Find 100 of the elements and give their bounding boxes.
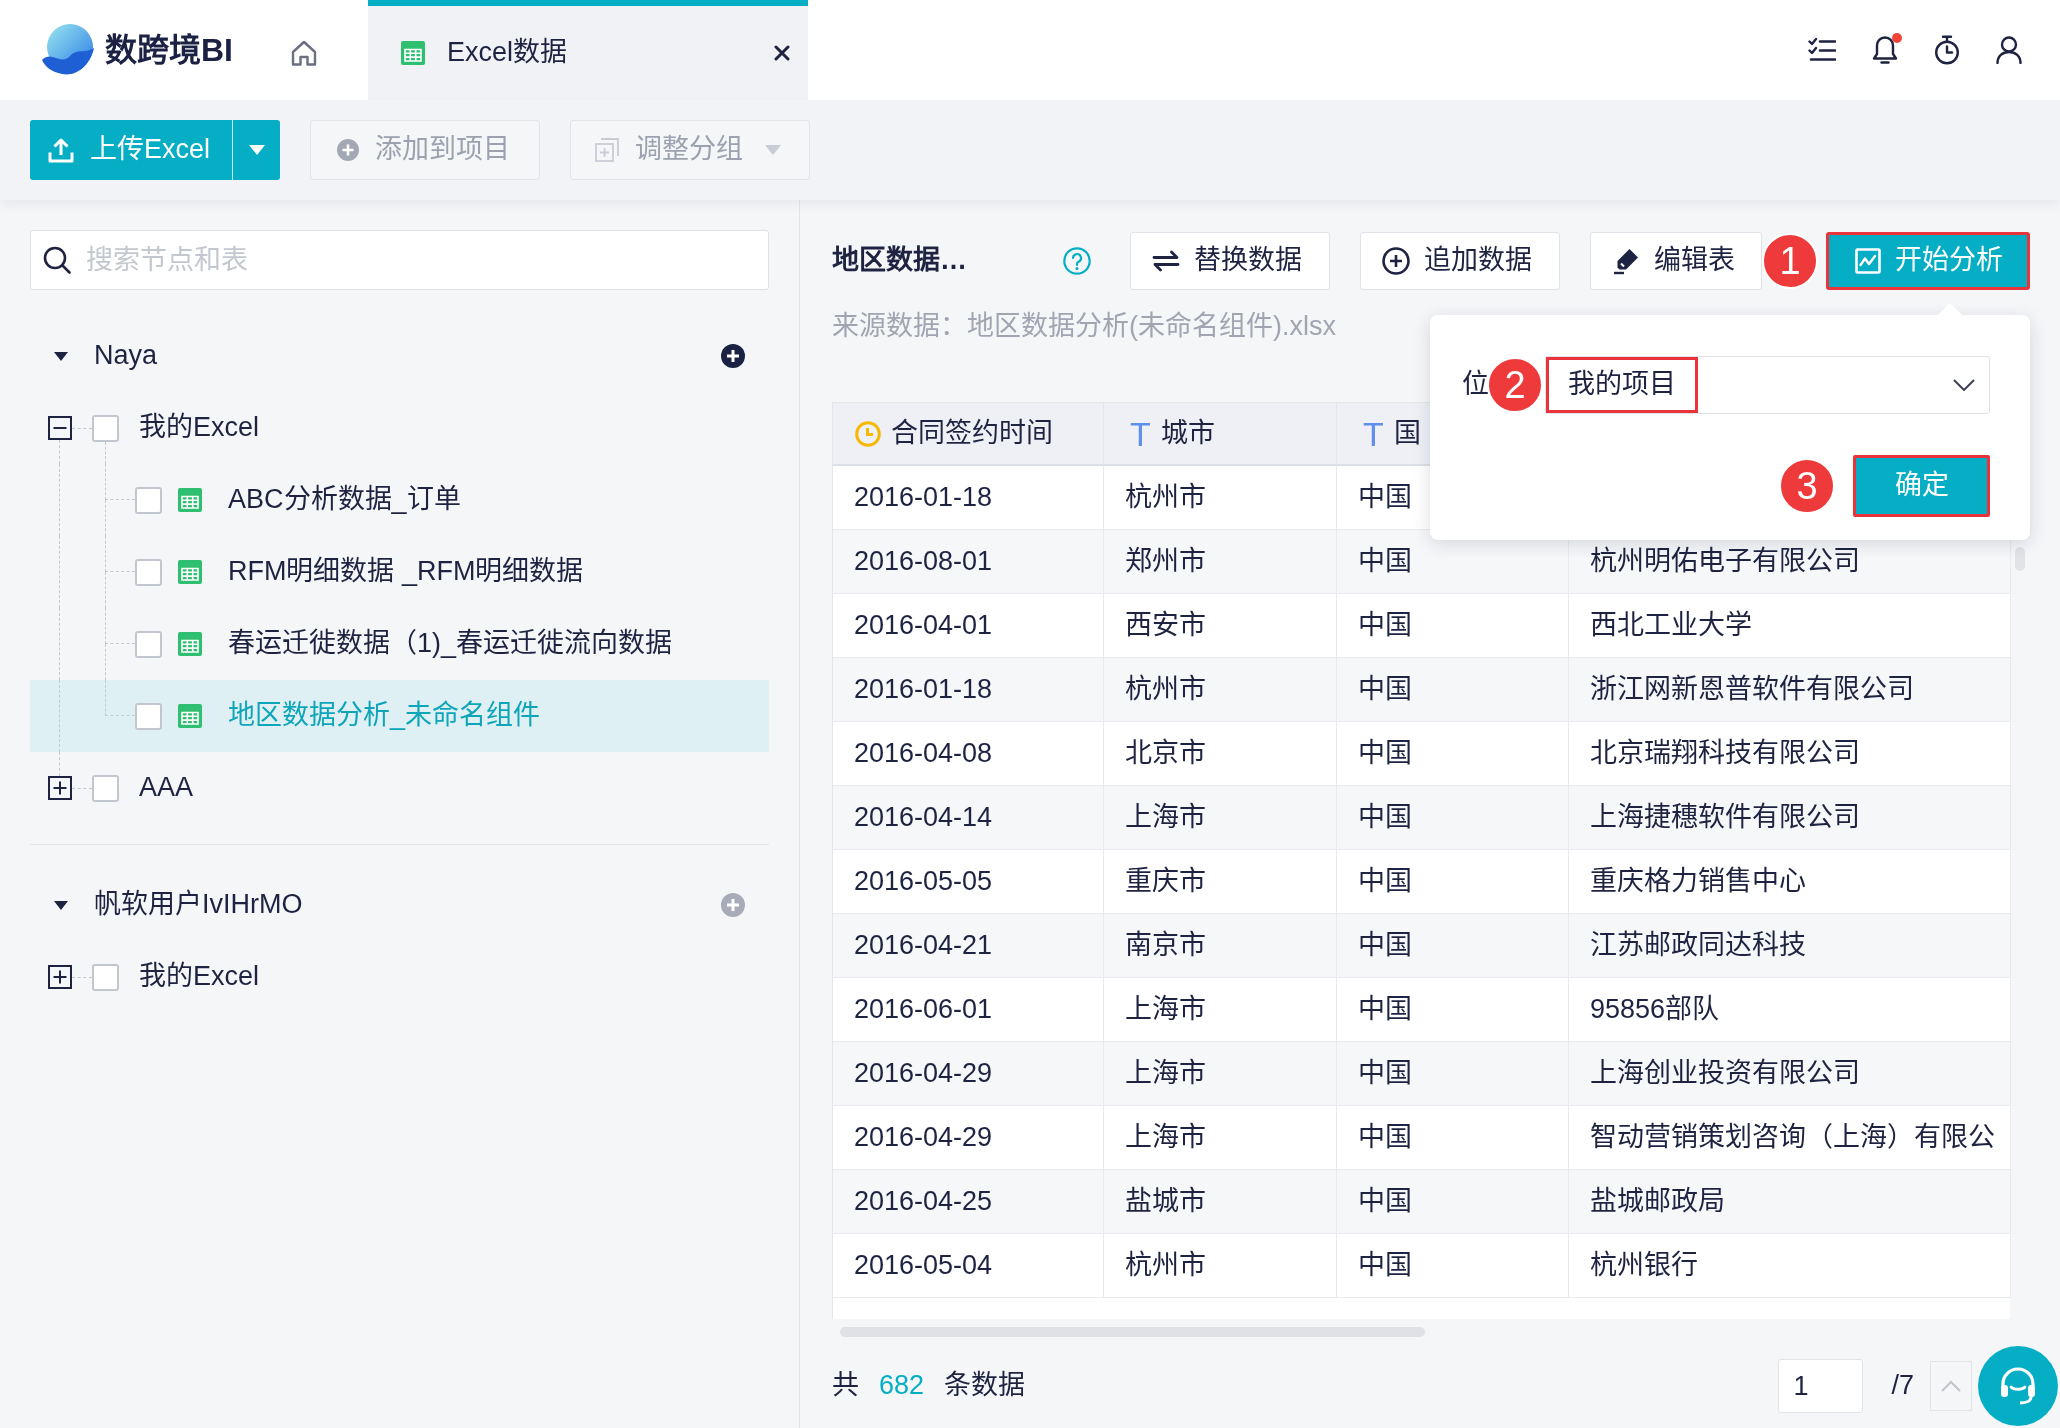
- add-icon[interactable]: [721, 344, 745, 368]
- tree-item[interactable]: 春运迁徙数据（1)_春运迁徙流向数据: [30, 608, 769, 680]
- clock-icon: [855, 420, 881, 447]
- table-icon: [178, 632, 202, 656]
- checkbox[interactable]: [135, 558, 162, 586]
- cell-value: 中国: [1358, 544, 1412, 578]
- cell-value: 2016-04-29: [854, 1056, 993, 1090]
- cell-value: 2016-06-01: [854, 992, 993, 1026]
- cell-value: 上海市: [1125, 1056, 1206, 1090]
- vertical-scrollbar-thumb[interactable]: [2015, 547, 2025, 571]
- cell-value: 中国: [1358, 608, 1412, 642]
- table-icon: [178, 560, 202, 584]
- checkbox[interactable]: [92, 774, 119, 802]
- chevron-down-icon: [1953, 379, 1975, 391]
- replace-data-button[interactable]: 替换数据: [1130, 232, 1330, 290]
- tree-group-header[interactable]: 帆软用户IvIHrMO: [30, 869, 769, 941]
- search-icon: [43, 246, 71, 274]
- caret-down-icon[interactable]: [54, 900, 68, 910]
- select-value: 我的项目: [1546, 357, 1698, 413]
- tree-item[interactable]: ABC分析数据_订单: [30, 464, 769, 536]
- cell-value: 中国: [1358, 736, 1412, 770]
- table-icon: [401, 41, 425, 65]
- caret-down-icon[interactable]: [54, 351, 68, 361]
- cell-value: 2016-04-08: [854, 736, 993, 770]
- plus-circle-icon: [1382, 247, 1410, 275]
- minus-box-icon[interactable]: [48, 416, 72, 440]
- step-marker: 1: [1762, 233, 1818, 289]
- cell-value: 中国: [1358, 1248, 1412, 1282]
- tree-item[interactable]: AAA: [30, 752, 769, 824]
- column-header: 合同签约时间: [891, 416, 1053, 450]
- home-icon: [290, 39, 318, 67]
- cell-value: 郑州市: [1125, 544, 1206, 578]
- cell-value: 中国: [1358, 992, 1412, 1026]
- cell-value: 杭州明佑电子有限公司: [1590, 544, 1860, 578]
- cell-value: 中国: [1358, 800, 1412, 834]
- swap-icon: [1152, 250, 1180, 272]
- caret-down-icon: [248, 145, 265, 155]
- checkbox[interactable]: [92, 414, 119, 442]
- edit-table-button[interactable]: 编辑表: [1590, 232, 1762, 290]
- cell-value: 杭州银行: [1590, 1248, 1698, 1282]
- cell-value: 西北工业大学: [1590, 608, 1752, 642]
- cell-value: 2016-01-18: [854, 672, 993, 706]
- user-icon[interactable]: [1996, 36, 2022, 64]
- column-header: 城市: [1160, 416, 1215, 450]
- cell-value: 中国: [1358, 480, 1412, 514]
- cell-value: 上海市: [1125, 992, 1206, 1026]
- cell-value: 重庆格力销售中心: [1590, 864, 1806, 898]
- table-icon: [178, 704, 202, 728]
- tab[interactable]: Excel数据: [368, 0, 808, 100]
- cell-value: 智动营销策划咨询（上海）有限公: [1590, 1120, 1995, 1154]
- previous-page-button[interactable]: [1930, 1361, 1972, 1411]
- cell-value: 中国: [1358, 1184, 1412, 1218]
- cell-value: 重庆市: [1125, 864, 1206, 898]
- cell-value: 2016-05-05: [854, 864, 993, 898]
- dropdown-select[interactable]: 我的项目: [1545, 356, 1990, 414]
- plus-box-icon[interactable]: [48, 776, 72, 800]
- page-total: /7: [1891, 1369, 1914, 1403]
- plus-box-icon[interactable]: [48, 965, 72, 989]
- source-file-text: 来源数据：地区数据分析(未命名组件).xlsx: [832, 311, 1336, 341]
- record-count: 共 682 条数据: [832, 1369, 1026, 1403]
- tree-item[interactable]: 我的Excel: [30, 392, 769, 464]
- cell-value: 2016-04-25: [854, 1184, 993, 1218]
- cell-value: 中国: [1358, 928, 1412, 962]
- page-input[interactable]: 1: [1778, 1359, 1864, 1413]
- timer-icon[interactable]: [1934, 35, 1960, 65]
- checkbox[interactable]: [92, 963, 119, 991]
- append-data-button[interactable]: 追加数据: [1360, 232, 1560, 290]
- field-label: 位: [1462, 368, 1489, 402]
- cell-value: 北京瑞翔科技有限公司: [1590, 736, 1860, 770]
- cell-value: 2016-04-21: [854, 928, 993, 962]
- step-marker: 2: [1487, 357, 1543, 413]
- upload-icon: [48, 137, 74, 163]
- cell-value: 江苏邮政同达科技: [1590, 928, 1806, 962]
- task-list-icon[interactable]: [1808, 37, 1836, 63]
- plus-circle-icon: [337, 139, 359, 161]
- tree-item[interactable]: RFM明细数据 _RFM明细数据: [30, 536, 769, 608]
- cell-value: 2016-08-01: [854, 544, 993, 578]
- cell-value: 浙江网新恩普软件有限公司: [1590, 672, 1914, 706]
- cell-value: 北京市: [1125, 736, 1206, 770]
- cell-value: 杭州市: [1125, 1248, 1206, 1282]
- checkbox[interactable]: [135, 486, 162, 514]
- copy-plus-icon: [595, 138, 619, 162]
- cell-value: 中国: [1358, 864, 1412, 898]
- dropdown-toggle-button[interactable]: [232, 120, 280, 180]
- close-icon[interactable]: [774, 45, 790, 61]
- tree-item[interactable]: 我的Excel: [30, 941, 769, 1013]
- text-type-icon: T: [1363, 416, 1384, 451]
- search-field[interactable]: 搜索节点和表: [30, 230, 769, 290]
- checkbox[interactable]: [135, 630, 162, 658]
- cell-value: 95856部队: [1590, 992, 1720, 1026]
- bell-icon[interactable]: [1872, 35, 1898, 65]
- cell-value: 盐城市: [1125, 1184, 1206, 1218]
- cell-value: 2016-04-29: [854, 1120, 993, 1154]
- cell-value: 杭州市: [1125, 480, 1206, 514]
- chevron-up-icon: [1941, 1380, 1961, 1392]
- help-icon[interactable]: [1063, 247, 1091, 275]
- cell-value: 杭州市: [1125, 672, 1206, 706]
- pen-icon: [1612, 247, 1640, 275]
- tree-group-header[interactable]: Naya: [30, 320, 769, 392]
- checkbox[interactable]: [135, 702, 162, 730]
